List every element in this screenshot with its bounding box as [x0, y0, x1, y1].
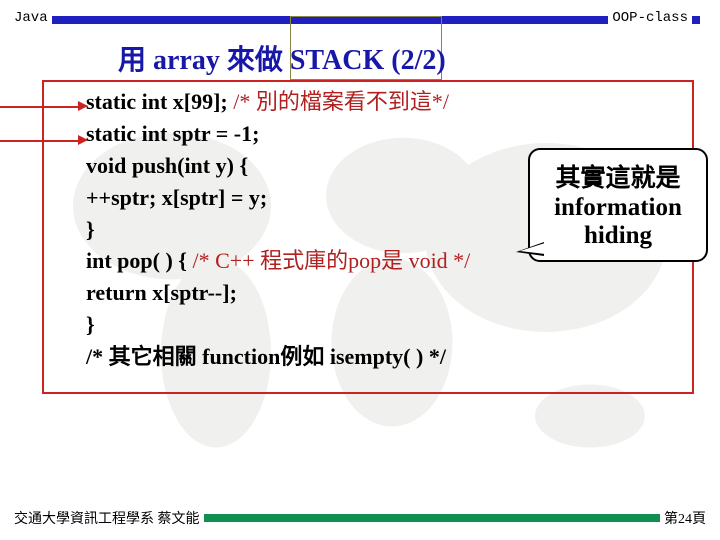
arrow-line-1 [0, 106, 80, 108]
code-line-2: static int sptr = -1; [86, 118, 470, 150]
callout-line-2: information [534, 194, 702, 222]
code-line-5: } [86, 214, 470, 246]
slide-title: 用 array 來做 STACK (2/2) [118, 38, 446, 78]
callout-line-3: hiding [534, 222, 702, 250]
code-line-6: int pop( ) { /* C++ 程式庫的pop是 void */ [86, 245, 470, 277]
code-line-7: return x[sptr--]; [86, 277, 470, 309]
footer-right: 第24頁 [660, 508, 710, 528]
code-line-9: /* 其它相關 function例如 isempty( ) */ [86, 341, 470, 373]
callout-bubble: 其實這就是 information hiding [528, 148, 708, 262]
callout-tail-inner [520, 243, 545, 254]
header-left: Java [10, 10, 52, 26]
code-line-8: } [86, 309, 470, 341]
code-line-3: void push(int y) { [86, 150, 470, 182]
callout-line-1: 其實這就是 [534, 158, 702, 194]
bottom-green-bar [168, 514, 660, 522]
header-right: OOP-class [608, 10, 692, 26]
arrow-line-2 [0, 140, 80, 142]
footer-left: 交通大學資訊工程學系 蔡文能 [10, 508, 204, 528]
code-line-1: static int x[99]; /* 別的檔案看不到這*/ [86, 86, 470, 118]
code-line-4: ++sptr; x[sptr] = y; [86, 182, 470, 214]
code-block: static int x[99]; /* 別的檔案看不到這*/ static i… [86, 86, 470, 373]
